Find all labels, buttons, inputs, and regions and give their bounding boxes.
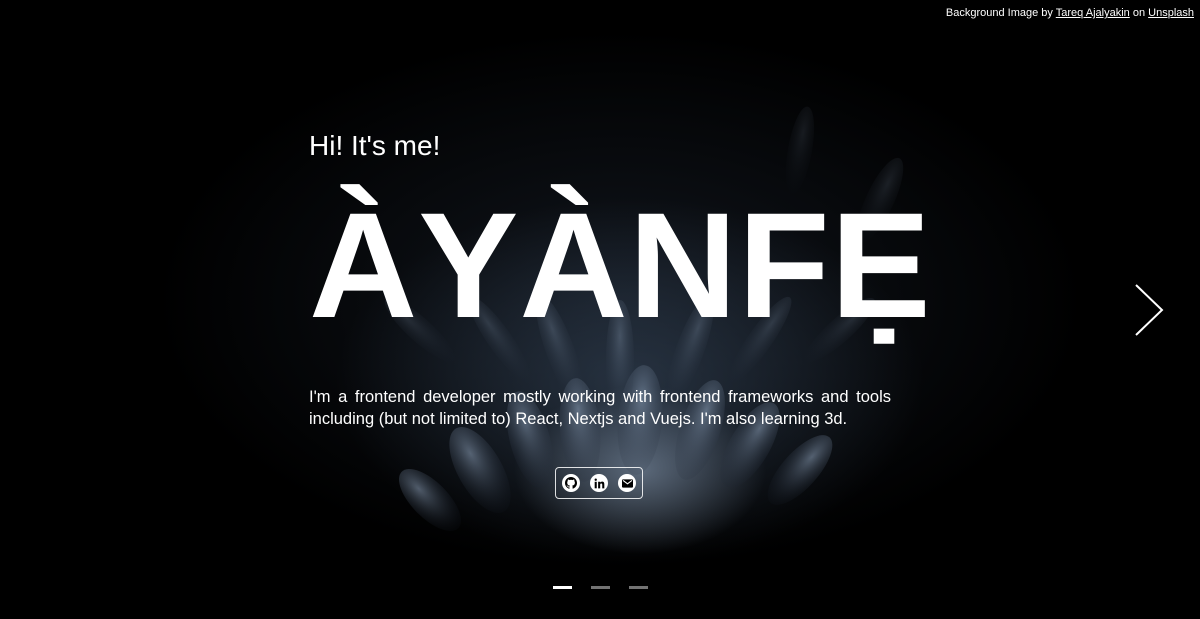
hero-bio: I'm a frontend developer mostly working … xyxy=(309,388,891,428)
github-link[interactable] xyxy=(562,474,580,492)
social-links xyxy=(555,467,643,499)
linkedin-icon xyxy=(594,478,604,488)
credit-prefix: Background Image by xyxy=(945,7,1053,19)
linkedin-link[interactable] xyxy=(590,474,608,492)
image-credit: Background Image by Tareq Ajalyakin on U… xyxy=(946,7,1194,19)
credit-author-link[interactable]: Tareq Ajalyakin xyxy=(1056,7,1130,19)
credit-middle: on xyxy=(1132,7,1146,19)
credit-site-link[interactable]: Unsplash xyxy=(1148,7,1194,19)
hero-greeting: Hi! It's me! xyxy=(309,130,441,161)
hero-name: ÀYÀNFẸ xyxy=(309,181,932,349)
github-icon xyxy=(565,477,577,489)
slide-indicators xyxy=(553,586,648,589)
slide-dot-1[interactable] xyxy=(553,586,572,589)
hero-content: Hi! It's me! ÀYÀNFẸ I'm a frontend devel… xyxy=(309,128,931,428)
mail-icon xyxy=(621,478,633,488)
slide-dot-2[interactable] xyxy=(591,586,610,589)
slide-dot-3[interactable] xyxy=(629,586,648,589)
mail-link[interactable] xyxy=(618,474,636,492)
next-slide-arrow-icon[interactable] xyxy=(1133,283,1165,337)
